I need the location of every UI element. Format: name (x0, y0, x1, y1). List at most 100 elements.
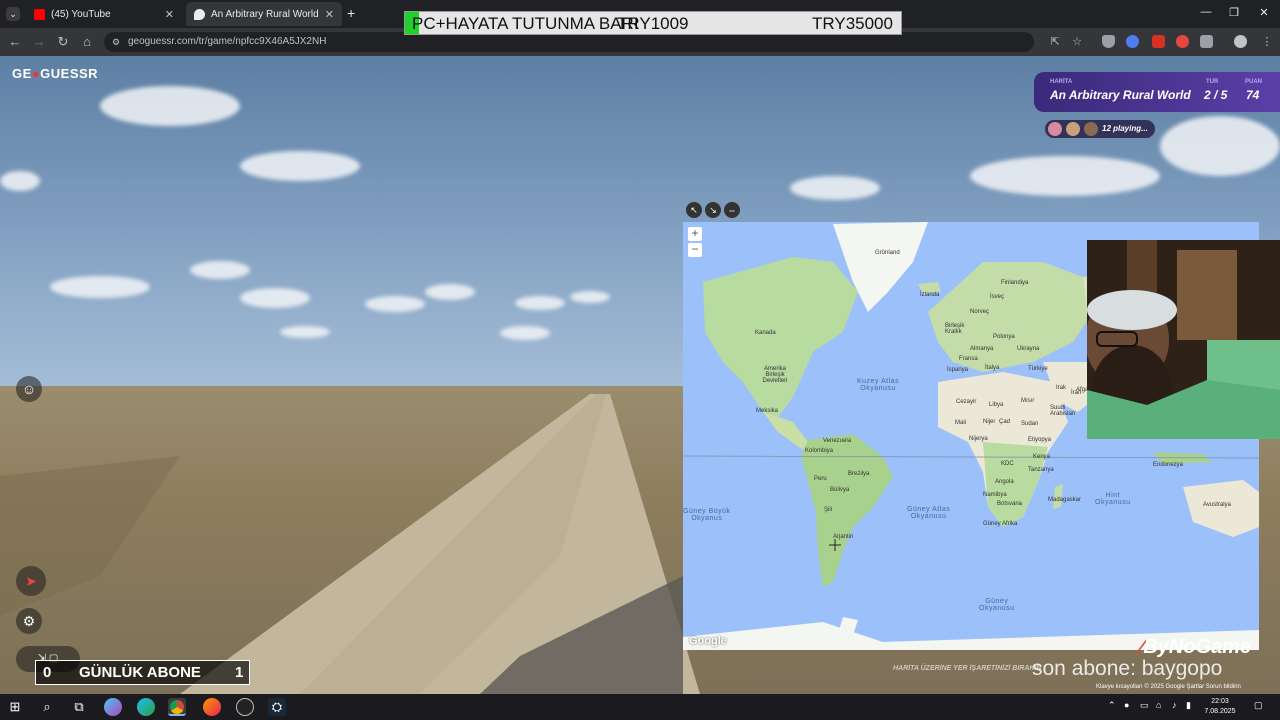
map-enlarge-icon[interactable]: ↖ (686, 202, 702, 218)
map-pin-icon: ● (31, 66, 41, 81)
profile-avatar-icon[interactable] (1234, 35, 1247, 48)
meet-icon[interactable]: ▭ (1140, 700, 1149, 711)
tab-title: (45) YouTube (51, 8, 111, 20)
geoguessr-logo[interactable]: GE●GUESSR (12, 66, 98, 81)
map-label-kenya: Kenya (1033, 454, 1051, 460)
taskbar-clock[interactable]: 22:03 7.08.2025 (1200, 697, 1240, 717)
map-label-chad: Çad (999, 419, 1011, 425)
emoji-reaction-button[interactable]: ☺ (16, 376, 42, 402)
forward-icon[interactable]: → (30, 33, 48, 51)
map-pin-icon (194, 8, 205, 20)
bookmark-star-icon[interactable]: ☆ (1068, 33, 1086, 51)
browser-menu-icon[interactable]: ⋮ (1258, 33, 1276, 51)
map-label-brazil: Brezilya (848, 471, 870, 477)
extension-audio-icon[interactable] (1126, 35, 1139, 48)
map-pin-toggle-icon[interactable]: ⇔ (724, 202, 740, 218)
map-label-canada: Kanada (755, 330, 776, 336)
map-label-germany: Almanya (970, 346, 994, 352)
close-tab-icon[interactable]: ✕ (165, 8, 174, 21)
daily-label: GÜNLÜK ABONE (79, 664, 201, 681)
map-label-uk: Birleşik Krallık (945, 323, 965, 335)
settings-gear-icon[interactable]: ⚙ (16, 608, 42, 634)
tray-overflow-icon[interactable]: ⌃ (1108, 700, 1116, 711)
search-icon[interactable]: ⌕ (38, 698, 56, 716)
players-indicator[interactable]: 12 playing... (1045, 120, 1155, 138)
new-tab-button[interactable]: + (347, 5, 355, 21)
clock-time: 22:03 (1211, 698, 1229, 705)
extensions-puzzle-icon[interactable] (1200, 35, 1213, 48)
map-label-saudi-arabia: Suudi Arabistan (1050, 405, 1076, 417)
site-info-icon[interactable]: ⚙ (112, 32, 120, 52)
map-label-argentina: Arjantin (833, 534, 854, 540)
map-label-egypt: Mısır (1021, 398, 1035, 404)
close-tab-icon[interactable]: ✕ (325, 8, 334, 21)
firefox-icon[interactable] (203, 698, 221, 716)
tab-youtube[interactable]: (45) YouTube ✕ (26, 2, 182, 26)
map-label-finland: Finlandiya (1001, 280, 1029, 286)
reload-icon[interactable]: ↻ (54, 33, 72, 51)
map-zoom-in-button[interactable]: + (688, 227, 702, 241)
map-label-south-africa: Güney Afrika (983, 521, 1018, 527)
score-label: PUAN (1245, 79, 1263, 85)
ocean-label-south-atlantic: Güney Atlas Okyanusu (907, 506, 951, 520)
webcam-feed (1087, 240, 1280, 439)
map-label-niger: Nijer (983, 419, 996, 425)
extension-shield-icon[interactable] (1102, 35, 1115, 48)
map-label-usa: Amerika Birleşik Devletleri (762, 366, 788, 384)
tab-geoguessr[interactable]: An Arbitrary Rural World - Gam ✕ (186, 2, 342, 26)
map-label-norway: Norveç (970, 309, 990, 315)
map-label-namibia: Namibya (983, 492, 1007, 498)
clock-date: 7.08.2025 (1204, 708, 1236, 715)
back-icon[interactable]: ← (6, 33, 24, 51)
volume-icon[interactable]: ♪ (1172, 700, 1177, 710)
daily-goal: 1 (235, 664, 244, 681)
youtube-icon (34, 8, 45, 20)
place-marker-hint: HARİTA ÜZERİNE YER İŞARETİNİZİ BIRAKIN (893, 665, 1042, 672)
install-icon[interactable]: ⇱ (1046, 33, 1064, 51)
avatar (1048, 122, 1062, 136)
streamer-webcam (1087, 240, 1280, 439)
battery-icon[interactable]: ▮ (1186, 700, 1191, 711)
map-label-greenland: Grönland (875, 250, 900, 256)
map-size-controls: ↖ ↘ ⇔ (686, 202, 744, 218)
address-bar[interactable]: ⚙ geoguessr.com/tr/game/npfcc9X46A5JX2NH (104, 32, 1034, 52)
microphone-icon[interactable]: ● (1124, 700, 1129, 710)
ocean-label-south-pacific: Güney Büyük Okyanus (683, 508, 731, 522)
score-value: 74 (1246, 88, 1260, 102)
map-label-poland: Polonya (993, 334, 1015, 340)
extension-red-icon[interactable] (1152, 35, 1165, 48)
notification-icon[interactable]: ▢ (1254, 700, 1263, 711)
compass-icon[interactable]: ➤ (16, 566, 46, 596)
map-label-drc: KDC (1001, 461, 1014, 467)
map-shrink-icon[interactable]: ↘ (705, 202, 721, 218)
map-label-mali: Mali (955, 420, 967, 426)
map-label-madagascar: Madagaskar (1048, 497, 1082, 503)
obs-icon[interactable] (236, 698, 254, 716)
chrome-icon[interactable] (168, 698, 186, 716)
map-zoom-out-button[interactable]: − (688, 243, 702, 257)
map-label-chile: Şili (824, 507, 833, 513)
windows-start-icon[interactable]: ⊞ (6, 698, 24, 716)
daily-subscriber-counter: 0 GÜNLÜK ABONE 1 (35, 660, 250, 685)
banner-goal: TRY35000 (812, 14, 893, 33)
edge-icon[interactable] (137, 698, 155, 716)
network-icon[interactable]: ⌂ (1156, 700, 1161, 710)
close-window-icon[interactable]: ✕ (1254, 6, 1274, 22)
tab-search-button[interactable]: ⌄ (6, 7, 20, 21)
game-status-panel: HARİTA An Arbitrary Rural World TUR 2 / … (1034, 72, 1280, 112)
map-label-ukraine: Ukrayna (1017, 346, 1040, 352)
copilot-icon[interactable] (104, 698, 122, 716)
home-icon[interactable]: ⌂ (78, 33, 96, 51)
steam-icon[interactable]: ⛭ (268, 698, 286, 716)
map-label-spain: İspanya (947, 367, 969, 373)
map-label-italy: İtalya (985, 365, 1000, 371)
banner-title: PC+HAYATA TUTUNMA BARI (412, 14, 639, 33)
donation-goal-banner: PC+HAYATA TUTUNMA BARI TRY1009 TRY35000 (404, 11, 902, 35)
banner-current: TRY1009 (617, 14, 689, 33)
extension-record-icon[interactable] (1176, 35, 1189, 48)
task-view-icon[interactable]: ⧉ (70, 698, 88, 716)
map-label-iceland: İzlanda (920, 292, 940, 298)
restore-icon[interactable]: ❐ (1224, 6, 1244, 22)
minimize-icon[interactable]: — (1196, 6, 1216, 22)
round-value: 2 / 5 (1204, 88, 1228, 102)
